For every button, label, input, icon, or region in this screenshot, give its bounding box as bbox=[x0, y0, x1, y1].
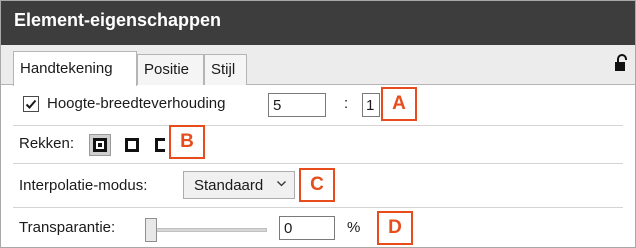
interpolation-dropdown[interactable]: Standaard bbox=[183, 171, 295, 199]
stretch-fill-icon bbox=[125, 138, 139, 152]
panel-titlebar: Element-eigenschappen bbox=[1, 1, 635, 45]
element-properties-panel: Element-eigenschappen Handtekening Posit… bbox=[0, 0, 636, 248]
stretch-fit-icon bbox=[93, 138, 107, 152]
divider bbox=[13, 207, 623, 208]
aspect-ratio-checkbox[interactable] bbox=[23, 96, 39, 112]
transparency-slider-thumb[interactable] bbox=[145, 218, 157, 242]
tab-positie[interactable]: Positie bbox=[137, 54, 204, 85]
stretch-fit-button[interactable] bbox=[89, 134, 111, 156]
transparency-input[interactable] bbox=[279, 216, 335, 240]
divider bbox=[13, 125, 623, 126]
transparency-unit: % bbox=[347, 219, 361, 236]
callout-c: C bbox=[299, 168, 335, 202]
stretch-label: Rekken: bbox=[19, 135, 75, 152]
stretch-fill-button[interactable] bbox=[121, 134, 143, 156]
callout-b: B bbox=[169, 125, 205, 159]
divider bbox=[13, 163, 623, 164]
callout-d: D bbox=[377, 211, 413, 245]
chevron-down-icon bbox=[277, 181, 286, 187]
aspect-ratio-label: Hoogte-breedteverhouding bbox=[47, 95, 226, 112]
tab-strip: Handtekening Positie Stijl bbox=[1, 45, 635, 86]
interpolation-value: Standaard bbox=[194, 177, 264, 194]
tab-stijl[interactable]: Stijl bbox=[204, 54, 247, 85]
checkmark-icon bbox=[25, 99, 37, 109]
aspect-separator: : bbox=[344, 95, 349, 112]
transparency-label: Transparantie: bbox=[19, 219, 116, 236]
stretch-horizontal-button[interactable] bbox=[153, 134, 165, 156]
panel-title: Element-eigenschappen bbox=[14, 10, 222, 30]
interpolation-label: Interpolatie-modus: bbox=[19, 177, 148, 194]
transparency-slider-track[interactable] bbox=[149, 228, 267, 232]
aspect-height-input[interactable] bbox=[268, 93, 326, 117]
stretch-horizontal-icon bbox=[155, 138, 165, 152]
callout-a: A bbox=[381, 87, 417, 121]
open-padlock-icon[interactable] bbox=[615, 54, 629, 72]
tab-handtekening[interactable]: Handtekening bbox=[13, 51, 137, 86]
aspect-width-input[interactable] bbox=[362, 93, 380, 117]
